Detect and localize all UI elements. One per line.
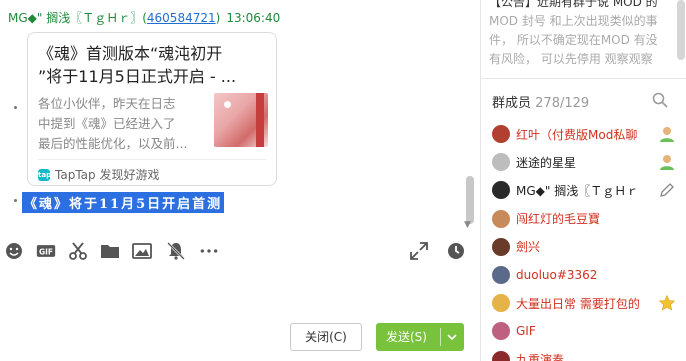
- emoji-icon[interactable]: [4, 241, 24, 261]
- member-name: GIF: [516, 324, 536, 339]
- expand-icon[interactable]: [409, 241, 429, 261]
- announcement-line: 件， 所以不确定现在MOD 有没: [489, 33, 658, 47]
- member-row[interactable]: 迷途的星星: [492, 150, 682, 174]
- message-area: MG◆" 搁浅〖ＴｇＨｒ〗(460584721) 13:06:40 《魂》首测版本…: [0, 0, 480, 232]
- sender-name[interactable]: MG◆" 搁浅〖ＴｇＨｒ〗: [8, 11, 142, 25]
- more-icon[interactable]: [197, 241, 221, 261]
- sender-id-link[interactable]: 460584721: [147, 11, 216, 25]
- divider: [481, 78, 686, 79]
- member-name: 九重演奏: [516, 353, 565, 361]
- member-row[interactable]: GIF: [492, 319, 682, 343]
- send-button-label: 发送(S): [386, 330, 427, 344]
- avatar[interactable]: [492, 322, 510, 341]
- card-thumbnail: [214, 93, 268, 147]
- chat-pane: MG◆" 搁浅〖ＴｇＨｒ〗(460584721) 13:06:40 《魂》首测版本…: [0, 0, 480, 361]
- member-row[interactable]: 闯红灯的毛豆寶: [492, 207, 682, 231]
- member-row[interactable]: 九重演奏: [492, 348, 682, 361]
- admin-icon: [658, 125, 676, 143]
- gif-icon[interactable]: GIF: [34, 241, 58, 261]
- member-name: 闯红灯的毛豆寶: [516, 212, 601, 227]
- card-title-line: ”将于11月5日正式开启 - ...: [38, 67, 237, 86]
- member-name: 迷途的星星: [516, 155, 577, 170]
- bell-off-icon[interactable]: [166, 241, 186, 261]
- sender-close-paren: ): [215, 11, 221, 25]
- members-title: 群成员: [492, 96, 532, 111]
- member-row[interactable]: 大量出日常 需要打包的: [492, 291, 682, 315]
- input-toolbar: GIF: [0, 234, 480, 268]
- star-icon: [658, 294, 676, 312]
- message-time: 13:06:40: [226, 11, 281, 25]
- avatar[interactable]: [492, 209, 510, 228]
- bullet-marker: [14, 106, 17, 109]
- history-icon[interactable]: [446, 241, 466, 261]
- member-name: duoluo#3362: [516, 268, 598, 282]
- avatar[interactable]: [492, 153, 510, 172]
- avatar[interactable]: [492, 237, 510, 256]
- member-name: 红叶（付费版Mod私聊: [516, 127, 638, 142]
- admin-icon: [658, 153, 676, 171]
- card-desc-line: 中提到《魂》已经进入了: [38, 116, 176, 131]
- members-count: 278/129: [535, 96, 590, 111]
- group-announcement[interactable]: 【公告】近期有群于说 MOD 的 MOD 封号 和上次出现类似的事 件， 所以不…: [489, 0, 669, 69]
- chevron-down-icon[interactable]: [446, 331, 458, 343]
- avatar[interactable]: [492, 181, 510, 200]
- card-description: 各位小伙伴，昨天在日志 中提到《魂》已经进入了 最后的性能优化，以及前...: [38, 94, 206, 154]
- selected-message-text[interactable]: 《魂》将于11月5日开启首测: [22, 192, 225, 213]
- close-button[interactable]: 关闭(C): [290, 323, 362, 351]
- card-source: tap TapTap 发现好游戏: [38, 166, 159, 183]
- announcement-line: 【公告】近期有群于说 MOD 的: [489, 0, 658, 9]
- avatar[interactable]: [492, 294, 510, 313]
- member-row[interactable]: MG◆" 搁浅〖ＴｇＨｒ: [492, 178, 682, 202]
- members-header: 群成员 278/129: [492, 92, 589, 111]
- card-source-label: TapTap 发现好游戏: [55, 168, 160, 182]
- send-button[interactable]: 发送(S): [376, 323, 464, 351]
- member-name: 劍兴: [516, 240, 541, 255]
- avatar[interactable]: [492, 350, 510, 361]
- chat-scrollbar[interactable]: [466, 176, 474, 224]
- scroll-down-icon[interactable]: ▼: [464, 220, 471, 230]
- member-row[interactable]: duoluo#3362: [492, 263, 682, 287]
- avatar[interactable]: [492, 125, 510, 143]
- avatar[interactable]: [492, 266, 510, 284]
- bullet-marker: [14, 199, 17, 202]
- folder-icon[interactable]: [100, 241, 120, 261]
- image-icon[interactable]: [132, 241, 152, 261]
- send-button-divider: [440, 328, 441, 346]
- taptap-logo-icon: tap: [38, 168, 52, 181]
- member-row[interactable]: 劍兴: [492, 235, 682, 259]
- gif-label: GIF: [39, 247, 53, 256]
- card-title: 《魂》首测版本“魂沌初开 ”将于11月5日正式开启 - ...: [38, 42, 270, 88]
- member-row[interactable]: 红叶（付费版Mod私聊: [492, 122, 682, 146]
- card-desc-line: 各位小伙伴，昨天在日志: [38, 96, 176, 111]
- scissors-icon[interactable]: [68, 241, 88, 261]
- card-title-line: 《魂》首测版本“魂沌初开: [38, 44, 223, 63]
- member-name: 大量出日常 需要打包的: [516, 296, 640, 311]
- edit-icon: [658, 181, 676, 199]
- message-header: MG◆" 搁浅〖ＴｇＨｒ〗(460584721) 13:06:40: [8, 9, 280, 26]
- search-icon[interactable]: [652, 92, 668, 108]
- card-desc-line: 最后的性能优化，以及前...: [38, 136, 188, 151]
- card-divider: [38, 159, 266, 160]
- member-name: MG◆" 搁浅〖ＴｇＨｒ: [516, 183, 639, 198]
- announcement-line: 有风险， 可以先停用 观察观察: [489, 52, 653, 66]
- group-sidebar: 【公告】近期有群于说 MOD 的 MOD 封号 和上次出现类似的事 件， 所以不…: [480, 0, 686, 361]
- sidebar-scrollbar[interactable]: [677, 0, 685, 60]
- announcement-line: MOD 封号 和上次出现类似的事: [489, 14, 658, 28]
- link-card[interactable]: 《魂》首测版本“魂沌初开 ”将于11月5日正式开启 - ... 各位小伙伴，昨天…: [27, 32, 277, 186]
